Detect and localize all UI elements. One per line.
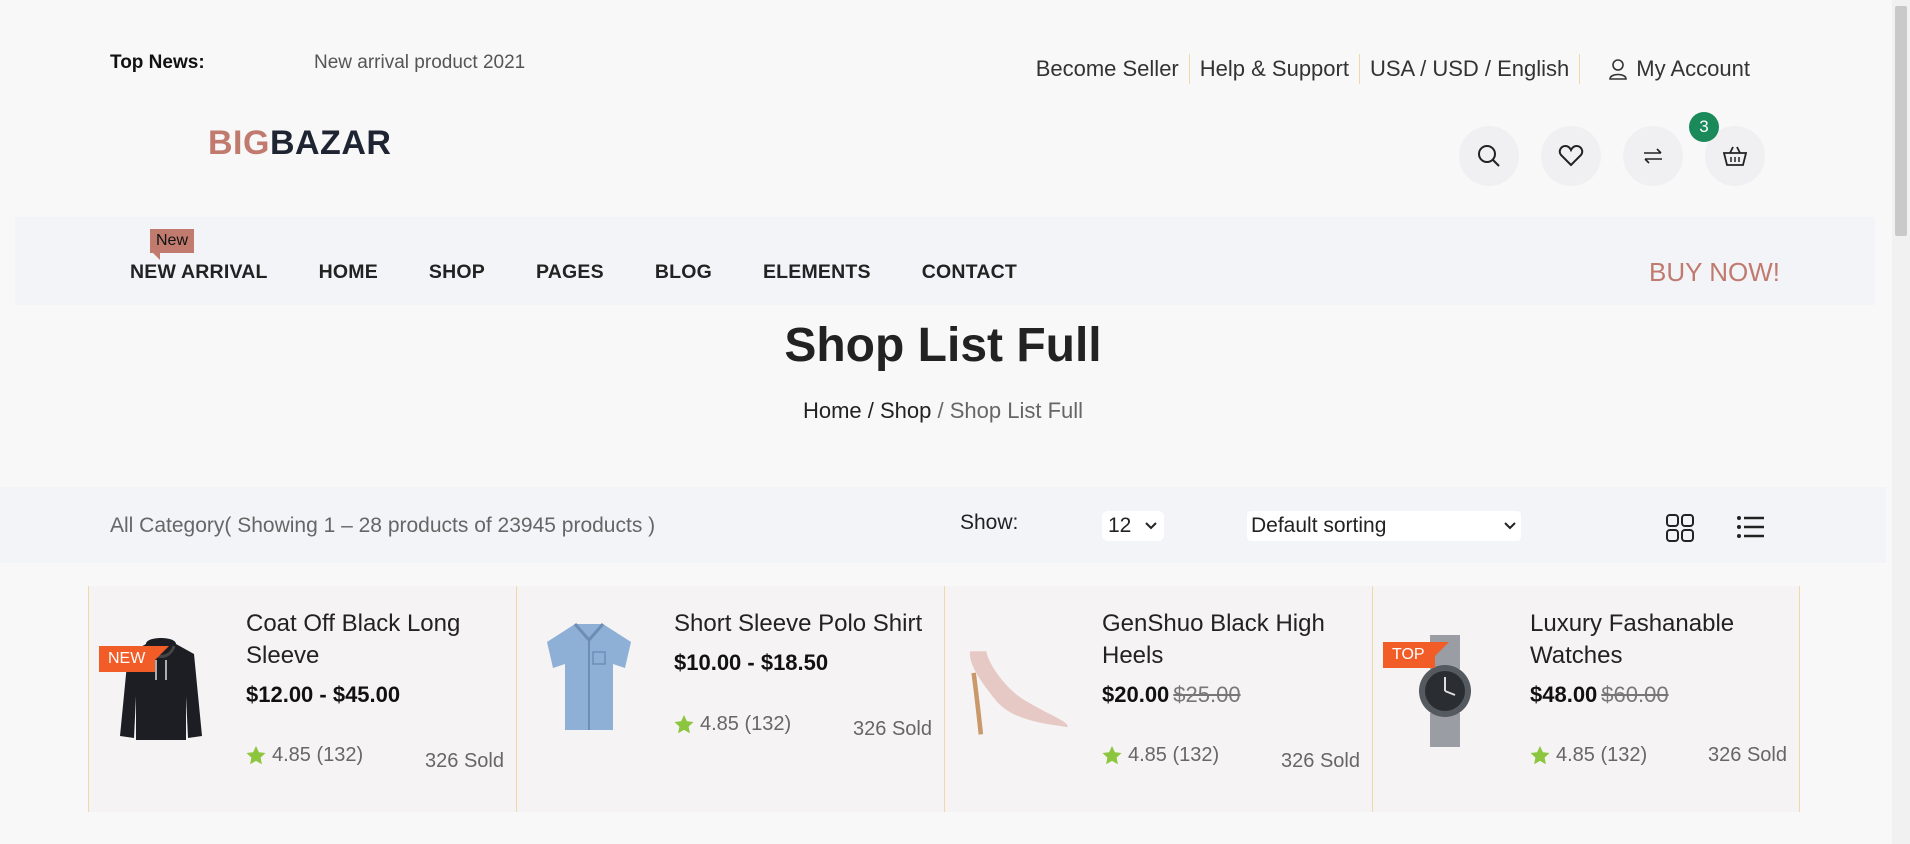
list-view-button[interactable] bbox=[1736, 515, 1766, 544]
top-bar: Top News: New arrival product 2021 Becom… bbox=[110, 50, 1750, 84]
nav-blog[interactable]: BLOG bbox=[655, 261, 712, 284]
locale-selector[interactable]: USA / USD / English bbox=[1360, 56, 1579, 82]
sold-count: 326 Sold bbox=[425, 750, 504, 772]
product-price: $48.00 $60.00 bbox=[1530, 682, 1669, 708]
my-account-label: My Account bbox=[1636, 56, 1750, 81]
show-label: Show: bbox=[960, 511, 1019, 534]
star-icon bbox=[1530, 746, 1550, 765]
product-card[interactable]: Short Sleeve Polo Shirt $10.00 - $18.50 … bbox=[516, 586, 944, 812]
product-price: $20.00 $25.00 bbox=[1102, 682, 1241, 708]
sold-count: 326 Sold bbox=[1281, 750, 1360, 772]
heart-icon bbox=[1558, 144, 1584, 167]
nav-new-arrival[interactable]: NEW ARRIVAL bbox=[130, 261, 268, 284]
cart-count-badge: 3 bbox=[1689, 112, 1719, 142]
sort-value: Default sorting bbox=[1251, 514, 1387, 537]
price-value: $48.00 bbox=[1530, 682, 1598, 707]
breadcrumb-home[interactable]: Home bbox=[803, 398, 862, 423]
site-logo[interactable]: BIGBAZAR bbox=[208, 124, 391, 163]
old-price: $60.00 bbox=[1601, 682, 1669, 707]
product-name[interactable]: Short Sleeve Polo Shirt bbox=[674, 608, 934, 640]
main-nav: NEW ARRIVAL HOME SHOP PAGES BLOG ELEMENT… bbox=[15, 217, 1875, 305]
price-value: $20.00 bbox=[1102, 682, 1170, 707]
page-scrollbar[interactable] bbox=[1892, 0, 1910, 844]
rating-value: 4.85 (132) bbox=[1128, 744, 1220, 766]
page-title: Shop List Full bbox=[784, 319, 1102, 372]
product-rating: 4.85 (132) bbox=[1530, 744, 1647, 767]
product-tag: TOP bbox=[1383, 642, 1449, 668]
product-image-shirt[interactable] bbox=[533, 616, 645, 736]
new-badge: New bbox=[150, 229, 195, 260]
product-card[interactable]: TOP Luxury Fashanable Watches $48.00 $60.… bbox=[1372, 586, 1800, 812]
logo-part-big: BIG bbox=[208, 124, 270, 162]
cart-button[interactable]: 3 bbox=[1689, 112, 1765, 186]
nav-shop[interactable]: SHOP bbox=[429, 261, 485, 284]
nav-home[interactable]: HOME bbox=[319, 261, 378, 284]
per-page-value: 12 bbox=[1108, 514, 1132, 537]
product-rating: 4.85 (132) bbox=[674, 713, 791, 736]
grid-view-button[interactable] bbox=[1665, 513, 1695, 548]
logo-part-bazar: BAZAR bbox=[269, 124, 392, 162]
shop-toolbar: All Category( Showing 1 – 28 products of… bbox=[0, 487, 1886, 563]
star-icon bbox=[246, 746, 266, 765]
breadcrumb-separator: / bbox=[931, 398, 950, 423]
nav-pages[interactable]: PAGES bbox=[536, 261, 604, 284]
price-value: $10.00 - $18.50 bbox=[674, 650, 829, 675]
sold-count: 326 Sold bbox=[853, 718, 932, 740]
chevron-down-icon bbox=[1145, 522, 1157, 530]
breadcrumb: Home / Shop / Shop List Full bbox=[0, 398, 1886, 424]
price-value: $12.00 - $45.00 bbox=[246, 682, 401, 707]
scrollbar-thumb[interactable] bbox=[1895, 6, 1907, 236]
my-account-link[interactable]: My Account bbox=[1580, 56, 1750, 82]
product-card[interactable]: GenShuo Black High Heels $20.00 $25.00 4.… bbox=[944, 586, 1372, 812]
old-price: $25.00 bbox=[1173, 682, 1241, 707]
chevron-down-icon bbox=[1504, 522, 1516, 530]
wishlist-button[interactable] bbox=[1541, 126, 1601, 186]
product-card[interactable]: NEW Coat Off Black Long Sleeve $12.00 - … bbox=[88, 586, 516, 812]
product-name[interactable]: Luxury Fashanable Watches bbox=[1530, 608, 1790, 672]
sort-select[interactable]: Default sorting bbox=[1247, 511, 1521, 541]
list-icon bbox=[1737, 516, 1764, 538]
product-price: $12.00 - $45.00 bbox=[246, 682, 400, 708]
results-count: All Category( Showing 1 – 28 products of… bbox=[110, 514, 656, 537]
product-tag: NEW bbox=[99, 646, 170, 672]
rating-value: 4.85 (132) bbox=[1556, 744, 1648, 766]
search-icon bbox=[1478, 145, 1500, 167]
star-icon bbox=[1102, 746, 1122, 765]
product-name[interactable]: Coat Off Black Long Sleeve bbox=[246, 608, 506, 672]
user-icon bbox=[1609, 59, 1628, 80]
basket-icon bbox=[1722, 146, 1748, 166]
product-rating: 4.85 (132) bbox=[1102, 744, 1219, 767]
become-seller-link[interactable]: Become Seller bbox=[1026, 56, 1189, 82]
top-news-label: Top News: bbox=[110, 52, 205, 73]
star-icon bbox=[674, 715, 694, 734]
product-price: $10.00 - $18.50 bbox=[674, 650, 828, 676]
header-icons: 3 bbox=[1459, 112, 1765, 186]
top-links: Become Seller Help & Support USA / USD /… bbox=[1026, 54, 1750, 84]
breadcrumb-current: Shop List Full bbox=[949, 398, 1084, 423]
product-list: NEW Coat Off Black Long Sleeve $12.00 - … bbox=[88, 586, 1800, 812]
search-button[interactable] bbox=[1459, 126, 1519, 186]
buy-now-link[interactable]: BUY NOW! bbox=[1649, 257, 1780, 288]
breadcrumb-shop[interactable]: Shop bbox=[880, 398, 931, 423]
per-page-select[interactable]: 12 bbox=[1102, 511, 1164, 541]
rating-value: 4.85 (132) bbox=[272, 744, 364, 766]
nav-contact[interactable]: CONTACT bbox=[922, 261, 1017, 284]
product-rating: 4.85 (132) bbox=[246, 744, 363, 767]
product-name[interactable]: GenShuo Black High Heels bbox=[1102, 608, 1362, 672]
sold-count: 326 Sold bbox=[1708, 744, 1787, 766]
compare-arrows-icon bbox=[1644, 148, 1662, 164]
nav-elements[interactable]: ELEMENTS bbox=[763, 261, 871, 284]
grid-icon bbox=[1666, 514, 1694, 542]
compare-button[interactable] bbox=[1623, 126, 1683, 186]
help-support-link[interactable]: Help & Support bbox=[1190, 56, 1359, 82]
top-news-text[interactable]: New arrival product 2021 bbox=[314, 52, 525, 74]
breadcrumb-separator: / bbox=[861, 398, 880, 423]
product-image-heels[interactable] bbox=[961, 631, 1073, 751]
rating-value: 4.85 (132) bbox=[700, 713, 792, 735]
